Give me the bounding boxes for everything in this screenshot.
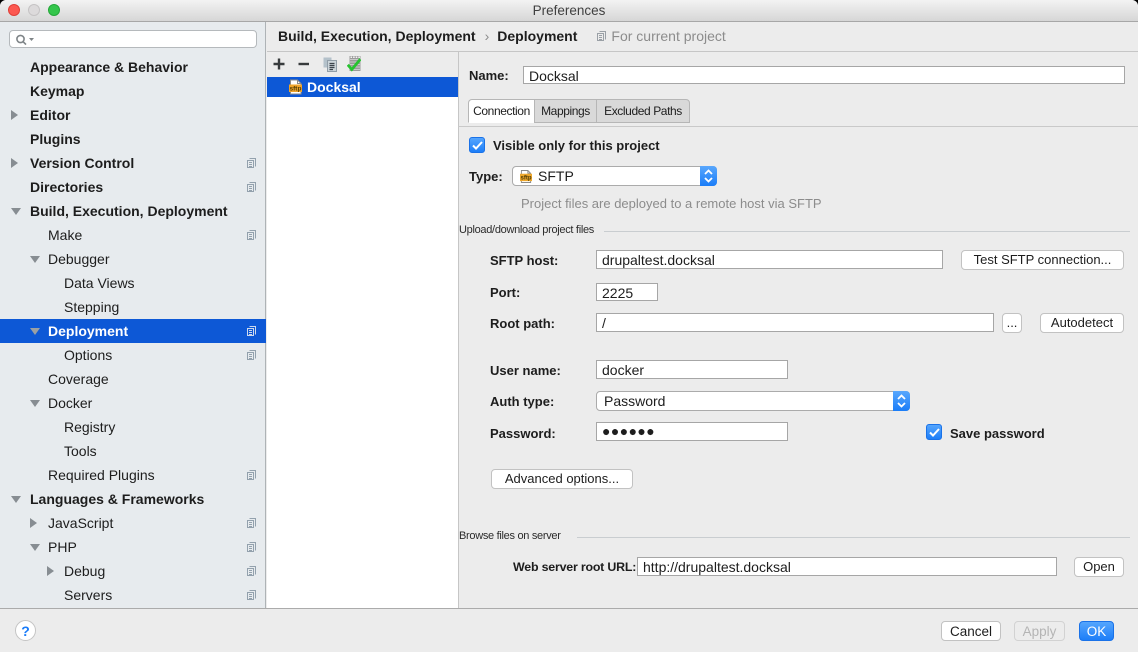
svg-text:sftp: sftp bbox=[290, 86, 302, 93]
svg-text:sftp: sftp bbox=[521, 176, 532, 182]
